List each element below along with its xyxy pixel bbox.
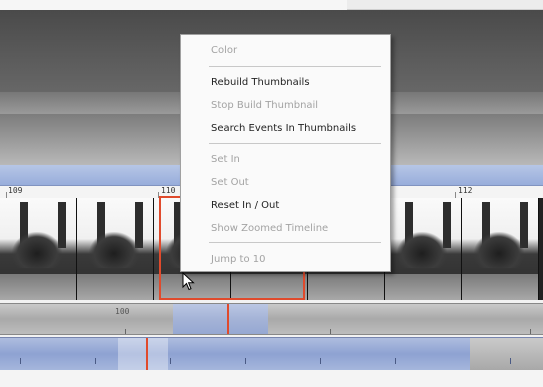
top-tab[interactable] [347,0,543,10]
mouse-pointer-icon [182,272,195,291]
overview-tick [530,329,531,334]
menu-item-rebuild-thumbnails[interactable]: Rebuild Thumbnails [211,75,310,91]
menu-item-jump-to[interactable]: Jump to 10 [211,252,266,268]
thumbnail[interactable] [462,198,539,300]
thumbnail-plant [89,232,139,268]
ruler-label: 112 [458,186,473,195]
thumbnail-plant [474,232,524,268]
menu-item-set-in[interactable]: Set In [211,152,240,168]
zoom-tick [170,358,171,364]
menu-separator [209,66,381,67]
overview-tick [330,329,331,334]
thumbnail-plant [12,232,62,268]
thumbnail-floor [385,274,461,300]
thumbnail-floor [462,274,538,300]
thumbnail-floor [77,274,153,300]
thumbnail[interactable] [77,198,154,300]
overview-track[interactable]: 100 [0,303,543,335]
thumbnail-floor [0,274,76,300]
overview-playhead[interactable] [227,304,229,334]
menu-item-stop-build-thumbnail[interactable]: Stop Build Thumbnail [211,98,318,114]
menu-separator [209,242,381,243]
overview-tick [125,329,126,334]
status-strip [0,370,543,387]
overview-highlight[interactable] [173,304,268,334]
menu-separator [209,143,381,144]
zoom-tick [245,358,246,364]
thumbnail[interactable] [385,198,462,300]
menu-item-set-out[interactable]: Set Out [211,175,249,191]
thumbnail-plant [397,232,447,268]
ruler-label: 110 [161,186,176,195]
overview-label: 100 [115,307,130,316]
menu-item-show-zoomed-timeline[interactable]: Show Zoomed Timeline [211,221,328,237]
context-menu: Color Rebuild Thumbnails Stop Build Thum… [180,34,391,272]
menu-item-search-events[interactable]: Search Events In Thumbnails [211,121,356,137]
zoom-track[interactable] [0,337,543,371]
zoom-tick [95,358,96,364]
thumbnail[interactable] [0,198,77,300]
zoom-tick [20,358,21,364]
zoom-tick [320,358,321,364]
zoom-playhead[interactable] [146,338,148,370]
zoom-tick [395,358,396,364]
thumbnail-floor [308,274,384,300]
zoom-tick [510,358,511,364]
menu-item-color[interactable]: Color [211,43,237,59]
ruler-label: 109 [8,186,23,195]
zoom-selection[interactable] [118,338,168,370]
top-bar [0,0,543,10]
menu-item-reset-in-out[interactable]: Reset In / Out [211,198,279,214]
zoom-track-end [470,338,543,370]
